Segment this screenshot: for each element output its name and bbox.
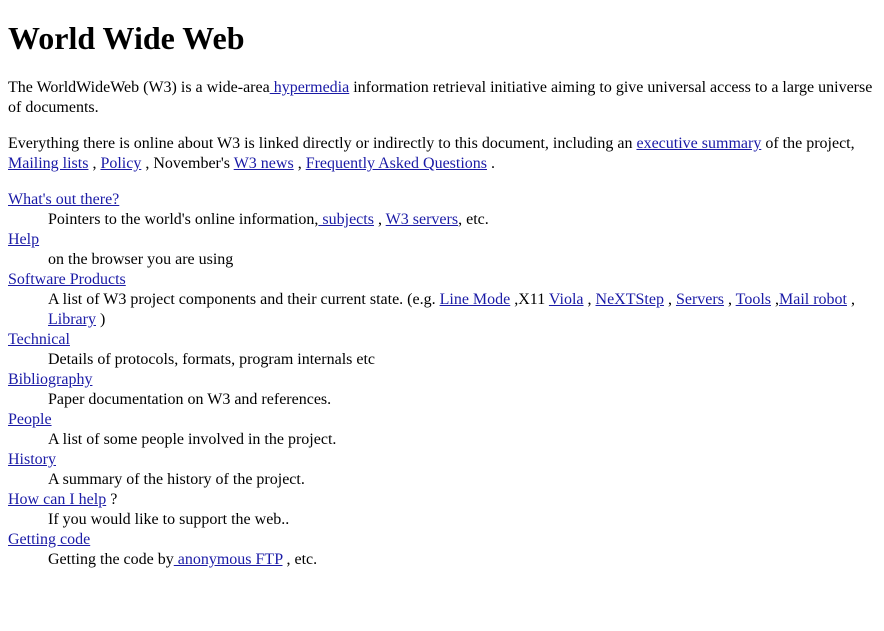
- topic-term: What's out there?: [8, 190, 876, 210]
- text: ,: [373, 211, 386, 228]
- topic-description: A summary of the history of the project.: [48, 470, 876, 490]
- topic-term: Software Products: [8, 270, 876, 290]
- topic-term: History: [8, 450, 876, 470]
- topic-term: Help: [8, 230, 876, 250]
- topic-description: on the browser you are using: [48, 250, 876, 270]
- link-what-s-out-there[interactable]: What's out there?: [8, 191, 119, 208]
- text: ): [95, 311, 106, 328]
- link-hypermedia[interactable]: hypermedia: [270, 79, 350, 96]
- text: , etc.: [458, 211, 489, 228]
- link-getting-code[interactable]: Getting code: [8, 531, 90, 548]
- text: Everything there is online about W3 is l…: [8, 135, 637, 152]
- topic-term: How can I help ?: [8, 490, 876, 510]
- text: Getting the code by: [48, 551, 174, 568]
- intro-paragraph: The WorldWideWeb (W3) is a wide-area hyp…: [8, 78, 876, 118]
- link-policy[interactable]: Policy: [100, 155, 141, 172]
- topic-description: If you would like to support the web..: [48, 510, 876, 530]
- text: ,X11: [510, 291, 549, 308]
- text: ,: [663, 291, 676, 308]
- text: ,: [846, 291, 859, 308]
- text: ,: [583, 291, 596, 308]
- text: ,: [293, 155, 306, 172]
- link-w3-servers[interactable]: W3 servers: [386, 211, 458, 228]
- text: A list of some people involved in the pr…: [48, 431, 337, 448]
- link-history[interactable]: History: [8, 451, 56, 468]
- text: on the browser you are using: [48, 251, 234, 268]
- overview-paragraph: Everything there is online about W3 is l…: [8, 134, 876, 174]
- link-line-mode[interactable]: Line Mode: [440, 291, 511, 308]
- text: Details of protocols, formats, program i…: [48, 351, 376, 368]
- topic-description: Pointers to the world's online informati…: [48, 210, 876, 230]
- text: Pointers to the world's online informati…: [48, 211, 319, 228]
- link-people[interactable]: People: [8, 411, 52, 428]
- topic-term: People: [8, 410, 876, 430]
- link-mailing-lists[interactable]: Mailing lists: [8, 155, 88, 172]
- link-how-can-i-help[interactable]: How can I help: [8, 491, 106, 508]
- link-viola[interactable]: Viola: [549, 291, 584, 308]
- link-executive-summary[interactable]: executive summary: [636, 135, 761, 152]
- link-subjects[interactable]: subjects: [318, 211, 374, 228]
- topic-description: Details of protocols, formats, program i…: [48, 350, 876, 370]
- text: The WorldWideWeb (W3) is a wide-area: [8, 79, 270, 96]
- link-help[interactable]: Help: [8, 231, 39, 248]
- link-nextstep[interactable]: NeXTStep: [596, 291, 664, 308]
- topic-list: What's out there? Pointers to the world's…: [8, 190, 876, 570]
- text: A list of W3 project components and thei…: [48, 291, 440, 308]
- topic-description: A list of W3 project components and thei…: [48, 290, 876, 330]
- topic-term: Getting code: [8, 530, 876, 550]
- text: A summary of the history of the project.: [48, 471, 305, 488]
- link-tools[interactable]: Tools: [736, 291, 771, 308]
- link-library[interactable]: Library: [48, 311, 96, 328]
- text: of the project,: [761, 135, 859, 152]
- text: , etc.: [282, 551, 318, 568]
- text: ?: [106, 491, 118, 508]
- text: ,: [770, 291, 779, 308]
- link-anonymous-ftp[interactable]: anonymous FTP: [174, 551, 283, 568]
- document-page: World Wide Web The WorldWideWeb (W3) is …: [0, 20, 884, 570]
- text: , November's: [141, 155, 234, 172]
- topic-description: Paper documentation on W3 and references…: [48, 390, 876, 410]
- page-title: World Wide Web: [8, 20, 245, 56]
- text: ,: [723, 291, 736, 308]
- topic-term: Bibliography: [8, 370, 876, 390]
- link-mail-robot[interactable]: Mail robot: [779, 291, 847, 308]
- link-bibliography[interactable]: Bibliography: [8, 371, 92, 388]
- topic-description: Getting the code by anonymous FTP , etc.: [48, 550, 876, 570]
- topic-term: Technical: [8, 330, 876, 350]
- text: Paper documentation on W3 and references…: [48, 391, 332, 408]
- topic-description: A list of some people involved in the pr…: [48, 430, 876, 450]
- link-servers[interactable]: Servers: [676, 291, 724, 308]
- text: If you would like to support the web..: [48, 511, 290, 528]
- link-w3-news[interactable]: W3 news: [234, 155, 294, 172]
- link-technical[interactable]: Technical: [8, 331, 70, 348]
- text: .: [487, 155, 496, 172]
- link-frequently-asked-questions[interactable]: Frequently Asked Questions: [306, 155, 487, 172]
- text: ,: [88, 155, 101, 172]
- link-software-products[interactable]: Software Products: [8, 271, 126, 288]
